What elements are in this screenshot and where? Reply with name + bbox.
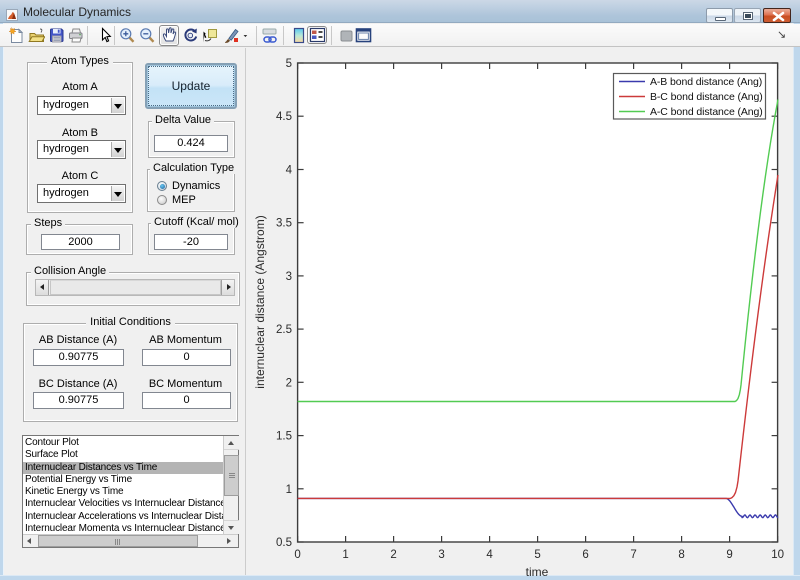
svg-text:4.5: 4.5: [276, 111, 292, 123]
svg-text:5: 5: [534, 549, 540, 561]
svg-text:time: time: [526, 565, 549, 579]
svg-text:6: 6: [582, 549, 588, 561]
svg-text:1.5: 1.5: [276, 431, 292, 443]
svg-text:1: 1: [342, 549, 348, 561]
svg-text:9: 9: [726, 549, 732, 561]
svg-text:3: 3: [438, 549, 444, 561]
svg-text:3.5: 3.5: [276, 218, 292, 230]
svg-text:10: 10: [771, 549, 784, 561]
svg-text:A-B bond distance (Ang): A-B bond distance (Ang): [650, 76, 762, 88]
svg-text:B-C bond distance (Ang): B-C bond distance (Ang): [650, 91, 763, 103]
svg-text:5: 5: [286, 58, 292, 70]
svg-text:2: 2: [286, 377, 292, 389]
svg-text:7: 7: [630, 549, 636, 561]
svg-text:internuclear distance (Angstro: internuclear distance (Angstrom): [253, 215, 267, 388]
svg-text:4: 4: [486, 549, 493, 561]
svg-text:3: 3: [286, 271, 292, 283]
svg-text:2.5: 2.5: [276, 324, 292, 336]
svg-text:1: 1: [286, 484, 292, 496]
svg-text:0.5: 0.5: [276, 537, 292, 549]
svg-text:8: 8: [678, 549, 684, 561]
svg-text:0: 0: [294, 549, 300, 561]
svg-text:4: 4: [286, 165, 293, 177]
svg-text:A-C bond distance (Ang): A-C bond distance (Ang): [650, 106, 763, 118]
svg-text:2: 2: [390, 549, 396, 561]
